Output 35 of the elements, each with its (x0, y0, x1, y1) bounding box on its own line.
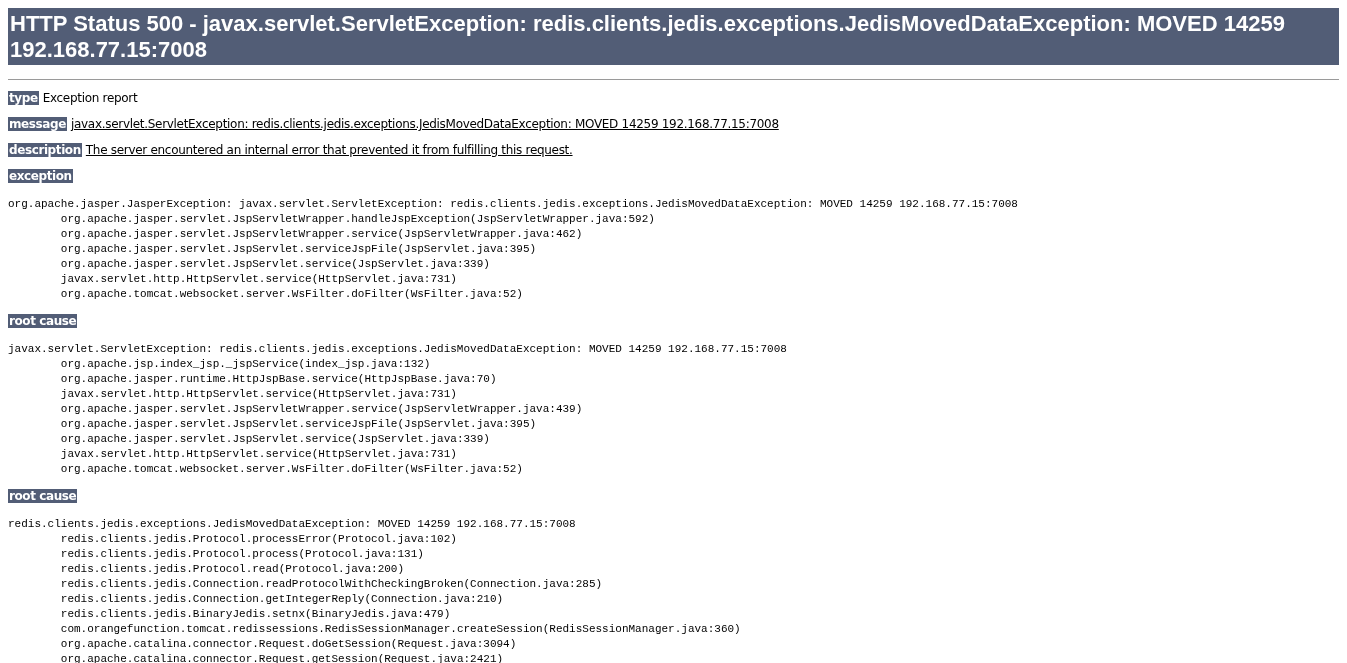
stack-trace-line: org.apache.jasper.servlet.JspServletWrapper.service(JspServletWrapper.java:439) (59, 402, 583, 417)
stack-trace-line: javax.servlet.http.HttpServlet.service(HttpServlet.java:731) (59, 387, 457, 402)
stack-trace-line: org.apache.jasper.servlet.JspServlet.serviceJspFile(JspServlet.java:395) (59, 242, 537, 257)
stack-trace-line: org.apache.jasper.servlet.JspServlet.serviceJspFile(JspServlet.java:395) (59, 417, 537, 432)
field-value: Exception report (42, 91, 138, 105)
stack-trace-line: redis.clients.jedis.BinaryJedis.setnx(BinaryJedis.java:479) (59, 607, 451, 622)
stack-trace-line: org.apache.jasper.servlet.JspServlet.service(JspServlet.java:339) (59, 257, 490, 272)
field-value: javax.servlet.ServletException: redis.clients.jedis.exceptions.JedisMovedDataException: MOVED 14259 192.168.77.15:7008 (70, 117, 779, 131)
stack-trace-line: org.apache.jasper.runtime.HttpJspBase.service(HttpJspBase.java:70) (59, 372, 497, 387)
stack-trace-line: org.apache.tomcat.websocket.server.WsFilter.doFilter(WsFilter.java:52) (59, 287, 523, 302)
stack-trace-line: redis.clients.jedis.Protocol.process(Protocol.java:131) (59, 547, 424, 562)
field-label: type (8, 91, 39, 105)
stack-trace-line: org.apache.catalina.connector.Request.doGetSession(Request.java:3094) (59, 637, 517, 652)
stack-trace-line: org.apache.tomcat.websocket.server.WsFilter.doFilter(WsFilter.java:52) (59, 462, 523, 477)
stack-trace-line: redis.clients.jedis.Protocol.read(Protocol.java:200) (59, 562, 405, 577)
section-label: root cause (8, 489, 78, 503)
stack-trace-line: javax.servlet.http.HttpServlet.service(HttpServlet.java:731) (59, 447, 457, 462)
stack-trace-line: redis.clients.jedis.Connection.readProtocolWithCheckingBroken(Connection.java:285) (59, 577, 603, 592)
stack-trace-line: org.apache.jsp.index_jsp._jspService(index_jsp.java:132) (59, 357, 431, 372)
stack-trace-line: com.orangefunction.tomcat.redissessions.RedisSessionManager.createSession(RedisSessionManager.java:360) (59, 622, 741, 637)
field-label: message (8, 117, 67, 131)
field-value: The server encountered an internal error that prevented it from fulfilling this request. (85, 143, 573, 157)
stack-trace-line: redis.clients.jedis.Connection.getIntegerReply(Connection.java:210) (59, 592, 504, 607)
field-label: description (8, 143, 82, 157)
stack-trace-line: org.apache.jasper.servlet.JspServlet.service(JspServlet.java:339) (59, 432, 490, 447)
stack-trace-line: org.apache.jasper.servlet.JspServletWrapper.handleJspException(JspServletWrapper.java:592) (59, 212, 655, 227)
section-label: root cause (8, 314, 78, 328)
stack-trace-line: org.apache.jasper.servlet.JspServletWrapper.service(JspServletWrapper.java:462) (59, 227, 583, 242)
stack-trace-line: org.apache.jasper.JasperException: javax.servlet.ServletException: redis.clients.jedis.exceptions.JedisMovedDataException: MOVED 14259 192.168.77.15:7008 (8, 197, 1018, 212)
section-label: exception (8, 169, 73, 183)
stack-trace-line: redis.clients.jedis.Protocol.processError(Protocol.java:102) (59, 532, 457, 547)
stack-trace-line: javax.servlet.ServletException: redis.clients.jedis.exceptions.JedisMovedDataException: MOVED 14259 192.168.77.15:7008 (8, 342, 787, 357)
stack-trace-line: javax.servlet.http.HttpServlet.service(HttpServlet.java:731) (59, 272, 457, 287)
stack-trace-line: redis.clients.jedis.exceptions.JedisMovedDataException: MOVED 14259 192.168.77.15:7008 (8, 517, 576, 532)
page-heading: HTTP Status 500 - javax.servlet.ServletException: redis.clients.jedis.exceptions.JedisMovedDataException: MOVED 14259 192.168.77.15:7008 (8, 8, 1339, 65)
